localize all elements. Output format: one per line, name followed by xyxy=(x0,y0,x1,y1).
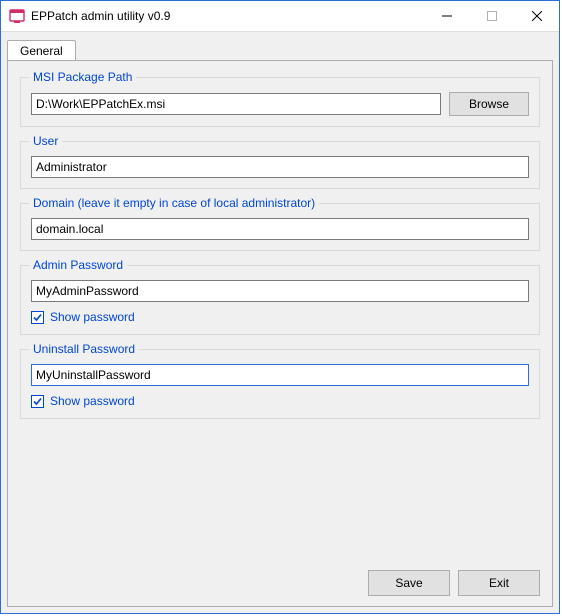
titlebar: EPPatch admin utility v0.9 xyxy=(1,1,559,32)
group-legend-uninstall-password: Uninstall Password xyxy=(29,342,139,356)
user-input[interactable] xyxy=(31,156,529,178)
group-legend-admin-password: Admin Password xyxy=(29,258,127,272)
tab-general[interactable]: General xyxy=(7,40,76,61)
uninstall-password-input[interactable] xyxy=(31,364,529,386)
save-button[interactable]: Save xyxy=(368,570,450,596)
msi-path-input[interactable] xyxy=(31,93,441,115)
admin-password-input[interactable] xyxy=(31,280,529,302)
group-legend-domain: Domain (leave it empty in case of local … xyxy=(29,196,319,210)
app-icon xyxy=(9,8,25,24)
close-button[interactable] xyxy=(514,1,559,31)
tab-body-general: MSI Package Path Browse User Domain (lea… xyxy=(7,60,553,607)
admin-show-password-checkbox[interactable] xyxy=(31,311,44,324)
group-admin-password: Admin Password Show password xyxy=(20,265,540,335)
footer-buttons: Save Exit xyxy=(368,570,540,596)
group-legend-msi: MSI Package Path xyxy=(29,70,136,84)
exit-button[interactable]: Exit xyxy=(458,570,540,596)
group-domain: Domain (leave it empty in case of local … xyxy=(20,203,540,251)
group-legend-user: User xyxy=(29,134,62,148)
group-msi-package-path: MSI Package Path Browse xyxy=(20,77,540,127)
browse-button[interactable]: Browse xyxy=(449,92,529,116)
group-user: User xyxy=(20,141,540,189)
window-title: EPPatch admin utility v0.9 xyxy=(31,9,170,23)
app-window: EPPatch admin utility v0.9 General MSI P… xyxy=(0,0,560,614)
minimize-button[interactable] xyxy=(424,1,469,31)
tabstrip: General xyxy=(1,32,559,60)
maximize-button xyxy=(469,1,514,31)
uninstall-show-password-label: Show password xyxy=(50,394,135,408)
admin-show-password-label: Show password xyxy=(50,310,135,324)
uninstall-show-password-checkbox[interactable] xyxy=(31,395,44,408)
domain-input[interactable] xyxy=(31,218,529,240)
group-uninstall-password: Uninstall Password Show password xyxy=(20,349,540,419)
